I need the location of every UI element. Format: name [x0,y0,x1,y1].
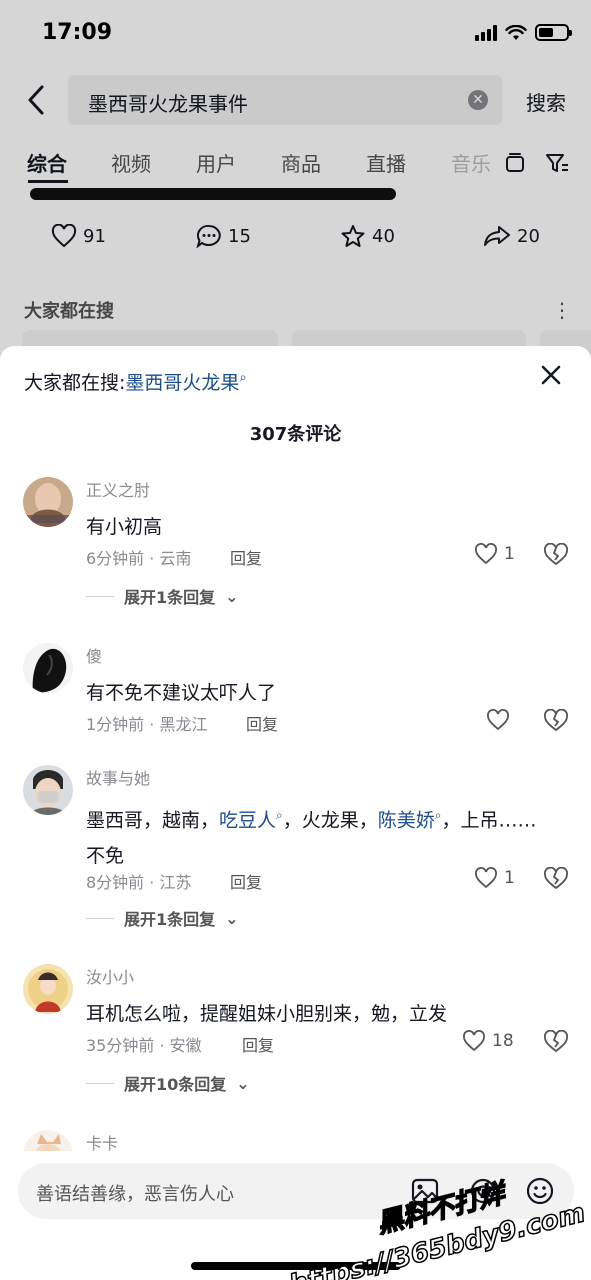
comment-text: 墨西哥，越南，吃豆人⌕，火龙果，陈美娇⌕，上吊……不免 [86,797,546,874]
comment-username[interactable]: 正义之肘 [86,477,150,501]
heart-icon [487,709,509,731]
reply-button[interactable]: 回复 [230,545,262,569]
comment-like-button[interactable]: 1 [474,543,515,565]
comment-like-button[interactable] [486,709,510,731]
keyword-link[interactable]: 陈美娇 [378,809,435,831]
search-icon: ⌕ [276,808,283,822]
comment-like-count: 1 [504,868,515,888]
comment-text-segment: ，火龙果， [282,809,378,832]
suggestion-keyword-link[interactable]: 墨西哥火龙果 [125,372,239,394]
comment-like-button[interactable]: 18 [462,1030,514,1052]
expand-replies-button[interactable]: 展开1条回复 ⌄ [86,906,239,930]
heart-icon [475,867,497,889]
comment-text: 有不免不建议太吓人了 [86,682,277,704]
comment-username[interactable]: 故事与她 [86,765,150,789]
dim-overlay[interactable] [0,0,591,400]
comment-meta: 8分钟前 · 江苏 [86,873,192,892]
heart-icon [475,543,497,565]
broken-heart-icon[interactable] [543,709,569,733]
comment-meta: 6分钟前 · 云南 [86,549,192,568]
comment-text: 耳机怎么啦，提醒姐妹小胆别来，勉，立发 [86,1003,448,1025]
reply-button[interactable]: 回复 [230,869,262,893]
close-icon[interactable] [538,362,564,388]
avatar[interactable] [23,964,73,1014]
broken-heart-icon[interactable] [543,543,569,567]
comment-text: 有小初高 [86,516,163,538]
reply-button[interactable]: 回复 [246,711,278,735]
comment-like-button[interactable]: 1 [474,867,515,889]
search-icon: ⌕ [239,370,247,386]
heart-icon [463,1030,485,1052]
comment-text-segment: 墨西哥，越南， [86,809,220,832]
broken-heart-icon[interactable] [543,867,569,891]
keyword-link[interactable]: 吃豆人 [219,809,276,831]
comment-username[interactable]: 汝小小 [86,964,134,988]
reply-button[interactable]: 回复 [242,1032,274,1056]
expand-replies-label: 展开10条回复 [124,1075,227,1094]
comment-meta: 35分钟前 · 安徽 [86,1036,202,1055]
chevron-down-icon: ⌄ [225,586,239,606]
suggestion-prefix: 大家都在搜: [24,372,126,394]
expand-replies-button[interactable]: 展开1条回复 ⌄ [86,584,239,608]
avatar[interactable] [23,643,73,693]
comment-username[interactable]: 傻 [86,643,102,667]
expand-replies-label: 展开1条回复 [124,588,216,607]
broken-heart-icon[interactable] [543,1030,569,1054]
chevron-down-icon: ⌄ [225,908,239,928]
comment-like-count: 18 [492,1031,514,1051]
comment-count-label: 307条评论 [249,424,342,445]
expand-replies-button[interactable]: 展开10条回复 ⌄ [86,1071,250,1095]
sheet-search-suggestion: 大家都在搜:墨西哥火龙果⌕ [24,368,247,395]
expand-replies-label: 展开1条回复 [124,910,216,929]
comment-like-count: 1 [504,544,515,564]
avatar[interactable] [23,477,73,527]
chevron-down-icon: ⌄ [236,1073,250,1093]
comment-meta: 1分钟前 · 黑龙江 [86,715,208,734]
comment-input-placeholder: 善语结善缘，恶言伤人心 [36,1184,234,1205]
search-icon: ⌕ [434,808,442,822]
avatar[interactable] [23,765,73,815]
comment-sheet: 大家都在搜:墨西哥火龙果⌕ 307条评论 正义之肘 有小初高 6分钟前 · 云南… [0,346,591,1280]
